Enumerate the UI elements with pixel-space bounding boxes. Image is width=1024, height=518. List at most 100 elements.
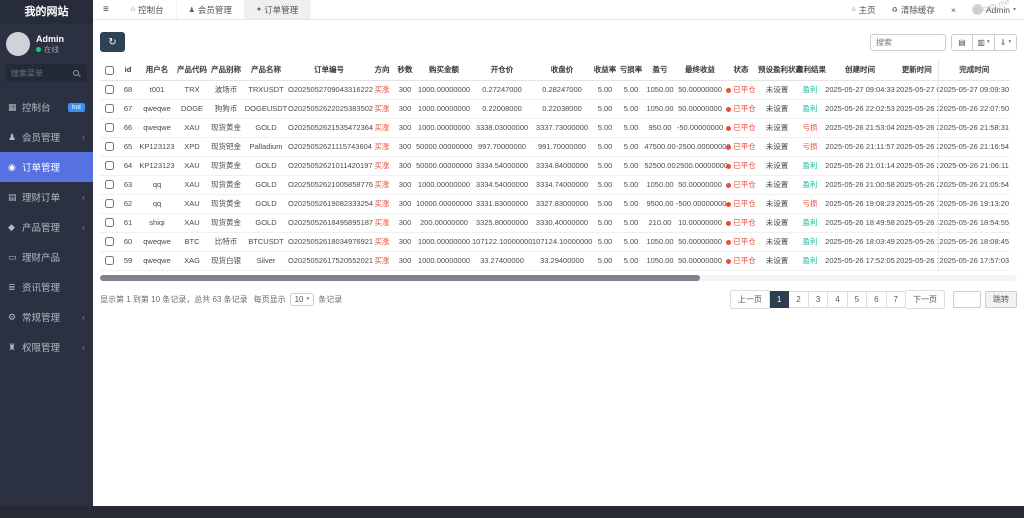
row-checkbox[interactable] xyxy=(104,161,114,171)
column-header-name[interactable]: 产品名称 xyxy=(244,60,288,81)
column-header-finished[interactable]: 完成时间 xyxy=(937,60,1010,81)
mini-avatar xyxy=(971,4,983,15)
cell-close_price: 107124.10000000 xyxy=(532,232,592,252)
export-button[interactable]: ⇓ ▾ xyxy=(995,33,1017,51)
home-link[interactable]: ⌂ 主页 xyxy=(843,4,883,16)
page-button-2[interactable]: 2 xyxy=(789,290,809,308)
column-header-alias[interactable]: 产品别称 xyxy=(208,60,244,81)
refresh-button[interactable]: ↻ xyxy=(100,32,125,52)
row-checkbox[interactable] xyxy=(104,85,114,95)
tab-控制台[interactable]: ⌂ 控制台 xyxy=(119,0,177,19)
row-checkbox[interactable] xyxy=(104,237,114,247)
row-checkbox[interactable] xyxy=(104,256,114,266)
page-button-1[interactable]: 1 xyxy=(769,290,790,308)
column-header-profit_rate[interactable]: 收益率 xyxy=(592,60,618,81)
column-header-order_no[interactable]: 订单编号 xyxy=(288,60,370,81)
cell-finished: 2025-05-26 21:06:11 xyxy=(937,156,1010,176)
cell-status: 已平仓 xyxy=(724,251,758,271)
clear-cache-link[interactable]: ♻ 清除缓存 xyxy=(884,4,943,16)
cell-seconds: 300 xyxy=(394,156,416,176)
column-header-result[interactable]: 盈利结果 xyxy=(796,60,826,81)
admin-menu[interactable]: Admin ▾ xyxy=(964,4,1024,15)
column-header-pl[interactable]: 盈亏 xyxy=(644,60,676,81)
columns-button[interactable]: ▥ ▾ xyxy=(973,33,995,51)
cell-alias: 现货黄金 xyxy=(208,213,244,233)
select-all-checkbox[interactable] xyxy=(104,65,114,75)
cell-seconds: 300 xyxy=(394,251,416,271)
records-summary: 显示第 1 到第 10 条记录，总共 63 条记录 xyxy=(100,294,248,304)
column-header-close_price[interactable]: 收盘价 xyxy=(532,60,592,81)
chevron-down-icon: ▾ xyxy=(1008,39,1012,45)
column-header-final_profit[interactable]: 最终收益 xyxy=(676,60,724,81)
cell-select xyxy=(100,99,118,119)
hamburger-icon[interactable]: ≡ xyxy=(93,4,119,15)
row-checkbox[interactable] xyxy=(104,123,114,133)
sidebar-item-6[interactable]: ≣ 资讯管理 xyxy=(0,272,93,302)
next-page-button[interactable]: 下一页 xyxy=(906,289,945,309)
avatar xyxy=(6,32,30,56)
sidebar-item-1[interactable]: ♟ 会员管理 ‹ xyxy=(0,122,93,152)
page-button-4[interactable]: 4 xyxy=(828,290,848,308)
sidebar-item-3[interactable]: ▤ 理财订单 ‹ xyxy=(0,182,93,212)
cell-user: qweqwe xyxy=(138,251,176,271)
table-toolbar: ↻ ▤▥▾⇓▾ xyxy=(100,32,1017,52)
table-search-input[interactable] xyxy=(870,33,946,51)
sidebar-item-2[interactable]: ◉ 订单管理 xyxy=(0,152,93,182)
column-header-id[interactable]: id xyxy=(118,60,138,81)
cell-order_no: O2025052622025383502 xyxy=(288,99,373,119)
row-checkbox[interactable] xyxy=(104,142,114,152)
page-button-7[interactable]: 7 xyxy=(886,290,906,308)
column-header-open_price[interactable]: 开仓价 xyxy=(472,60,532,81)
sidebar-item-5[interactable]: ▭ 理财产品 xyxy=(0,242,93,272)
status-value: 已平仓 xyxy=(733,199,756,208)
cell-close_price: 0.22038000 xyxy=(532,99,592,119)
column-header-created[interactable]: 创建时间 xyxy=(824,60,896,81)
sidebar-item-8[interactable]: ♜ 权限管理 ‹ xyxy=(0,332,93,362)
tab-会员管理[interactable]: ♟ 会员管理 xyxy=(177,0,245,19)
table-row: 59 qweqwe XAG 现货白银 Silver O202505261752055202… xyxy=(100,251,1010,271)
page-button-5[interactable]: 5 xyxy=(847,290,868,308)
pagination: 上一页 1 2 3 4 5 6 7 下一页 跳转 xyxy=(729,289,1017,309)
column-header-status[interactable]: 状态 xyxy=(724,60,758,81)
close-icon[interactable]: × xyxy=(943,5,964,15)
row-checkbox[interactable] xyxy=(104,218,114,228)
column-header-code[interactable]: 产品代码 xyxy=(176,60,208,81)
cell-pl: 1050.00 xyxy=(644,251,676,271)
page-size-select[interactable]: 10 ▾ xyxy=(289,292,315,306)
cell-updated: 2025-05-27 09:04:33 xyxy=(896,80,938,100)
cell-result: 亏损 xyxy=(796,194,824,214)
page-button-3[interactable]: 3 xyxy=(808,290,829,308)
sidebar-item-4[interactable]: ◆ 产品管理 ‹ xyxy=(0,212,93,242)
toolbar-button-group: ▤ ▥ ▾ ⇓ ▾ xyxy=(951,33,1017,51)
sidebar-item-7[interactable]: ⚙ 常规管理 ‹ xyxy=(0,302,93,332)
column-header-seconds[interactable]: 秒数 xyxy=(394,60,416,81)
chevron-down-icon: ▾ xyxy=(306,296,310,302)
select-all-header[interactable] xyxy=(100,60,118,81)
direction-value: 买涨 xyxy=(374,142,390,151)
jump-button[interactable]: 跳转 xyxy=(985,290,1017,308)
cell-finished: 2025-05-26 18:08:45 xyxy=(937,232,1010,252)
page-button-6[interactable]: 6 xyxy=(867,290,887,308)
column-header-updated[interactable]: 更新时间 xyxy=(896,60,938,81)
row-checkbox[interactable] xyxy=(104,104,114,114)
cell-profit_rate: 5.00 xyxy=(592,251,618,271)
prev-page-button[interactable]: 上一页 xyxy=(729,289,770,309)
column-header-loss_rate[interactable]: 亏损率 xyxy=(618,60,644,81)
cell-status: 已平仓 xyxy=(724,232,758,252)
row-checkbox[interactable] xyxy=(104,199,114,209)
column-header-amount[interactable]: 购买金额 xyxy=(416,60,472,81)
row-checkbox[interactable] xyxy=(104,180,114,190)
sidebar-search-input[interactable] xyxy=(11,68,73,78)
column-header-preset[interactable]: 预设盈利状态 xyxy=(758,60,803,81)
view-toggle-button[interactable]: ▤ xyxy=(951,33,973,51)
export-icon: ⇓ xyxy=(999,37,1007,47)
cell-close_price: 3334.74000000 xyxy=(532,175,592,195)
column-header-user[interactable]: 用户名 xyxy=(138,60,176,81)
cell-seconds: 300 xyxy=(394,213,416,233)
jump-page-input[interactable] xyxy=(953,290,981,308)
sidebar-item-0[interactable]: ▦ 控制台 hot xyxy=(0,92,93,122)
cell-loss_rate: 5.00 xyxy=(618,175,644,195)
scrollbar-thumb[interactable] xyxy=(100,274,700,281)
column-header-direction[interactable]: 方向 xyxy=(370,60,394,81)
tab-订单管理[interactable]: ● 订单管理 xyxy=(244,0,312,19)
